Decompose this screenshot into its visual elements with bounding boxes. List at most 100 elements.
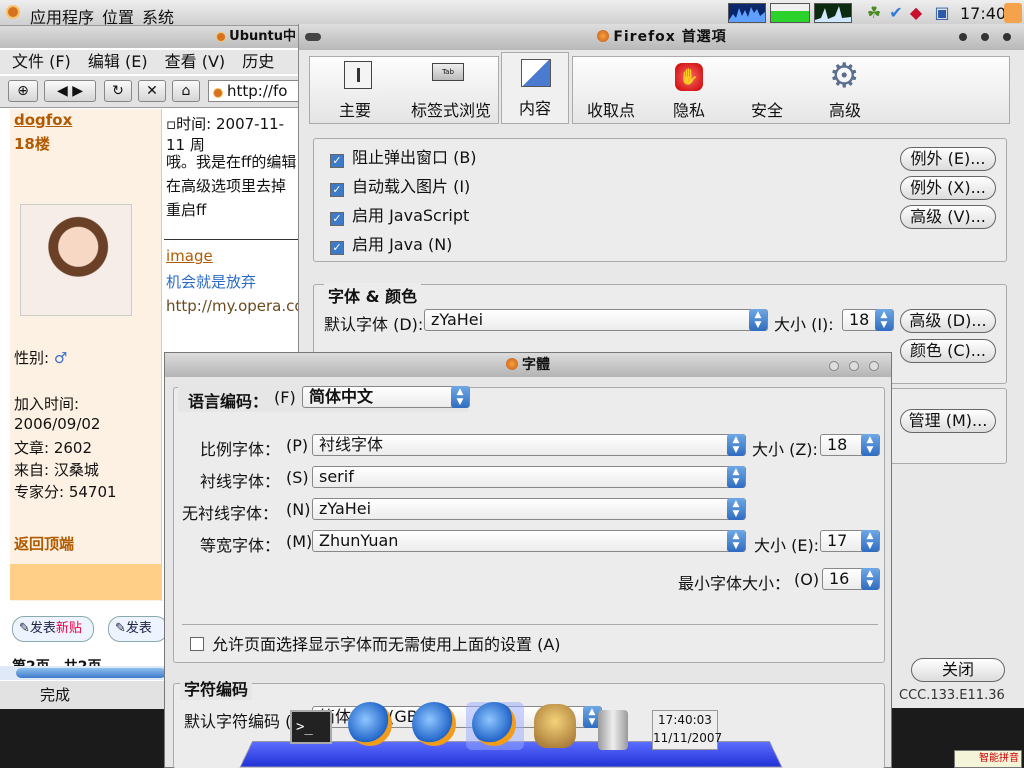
language-label: 语言编码： (188, 392, 269, 411)
minimize-button[interactable] (829, 361, 839, 371)
tab-tabbed-label: 标签式浏览 (410, 101, 491, 120)
terminal-icon[interactable]: >_ (290, 710, 332, 744)
proportional-label: 比例字体： (200, 440, 281, 459)
monospace-key: (M) (286, 532, 313, 551)
url-input[interactable]: http://fo (208, 80, 300, 102)
divider (182, 624, 878, 625)
font-size-select[interactable]: 18 ▲ ▼ (842, 309, 894, 331)
menu-file[interactable]: 文件 (F) (12, 52, 71, 71)
menu-applications[interactable]: 应用程序 (30, 4, 94, 28)
reload-button[interactable]: ↻ (104, 80, 132, 102)
main-icon (344, 61, 372, 89)
serif-label: 衬线字体： (200, 472, 281, 491)
block-popups-checkbox[interactable]: ✓ 阻止弹出窗口 (B) (330, 147, 477, 171)
firefox-dock-icon-2[interactable] (412, 702, 456, 746)
tab-advanced[interactable]: ⚙ 高级 (807, 57, 883, 125)
close-window-button[interactable] (869, 361, 879, 371)
post-icon: ▫ (166, 115, 177, 133)
fonts-dialog-titlebar[interactable]: 字體 (165, 353, 891, 377)
serif-select[interactable]: serif ▲ ▼ (312, 466, 746, 488)
charset-label: 默认字符编码 ( (184, 712, 292, 731)
monospace-size-select[interactable]: 17 ▲ ▼ (820, 530, 880, 552)
back-forward-button[interactable]: ◀ ▶ (44, 80, 96, 102)
tab-feeds-label: 收取点 (586, 101, 635, 120)
firefox-dock-icon[interactable] (348, 702, 392, 746)
tab-feeds[interactable]: 收取点 (573, 57, 649, 125)
proportional-select[interactable]: 衬线字体 ▲ ▼ (312, 434, 746, 456)
menu-edit[interactable]: 编辑 (E) (88, 52, 148, 71)
tab-tabbed-browsing[interactable]: Tab 标签式浏览 (402, 57, 500, 125)
signature-text: 机会就是放弃 (166, 273, 257, 291)
tab-privacy[interactable]: ✋ 隐私 (651, 57, 727, 125)
close-window-button[interactable] (1003, 33, 1011, 41)
gender-label: 性别: ♂ (14, 349, 68, 367)
clock[interactable]: 17:40 (960, 4, 1006, 23)
minimize-button[interactable] (959, 33, 967, 41)
proportional-size-select[interactable]: 18 ▲ ▼ (820, 434, 880, 456)
scrollbar-thumb[interactable] (16, 668, 166, 678)
browser-titlebar[interactable]: Ubuntu中 (0, 26, 300, 48)
net-monitor[interactable] (814, 3, 852, 23)
menu-system[interactable]: 系统 (142, 4, 174, 28)
maximize-button[interactable] (849, 361, 859, 371)
image-exceptions-button[interactable]: 例外 (X)... (900, 176, 996, 200)
tray-app-icon[interactable]: ☘ (864, 3, 884, 23)
javascript-advanced-button[interactable]: 高级 (V)... (900, 205, 996, 229)
enable-javascript-checkbox[interactable]: ✓ 启用 JavaScript (330, 205, 469, 229)
proportional-size-label: 大小 (Z): (752, 440, 818, 459)
menu-places[interactable]: 位置 (102, 4, 134, 28)
back-to-top-link[interactable]: 返回顶端 (14, 533, 74, 554)
gaim-icon[interactable] (534, 704, 576, 748)
language-select[interactable]: 简体中文 ▲ ▼ (302, 386, 470, 408)
preferences-titlebar[interactable]: Firefox 首選項 (299, 24, 1024, 50)
signature-image-link[interactable]: image (166, 247, 213, 265)
home-button[interactable]: ⌂ (172, 80, 200, 102)
menu-view[interactable]: 查看 (V) (165, 52, 226, 71)
net-graph-icon (815, 6, 851, 22)
ubuntu-logo-icon[interactable] (6, 5, 20, 19)
colors-button[interactable]: 颜色 (C)... (900, 339, 996, 363)
expert-score: 专家分: 54701 (14, 483, 117, 501)
ruby-icon[interactable]: ◆ (906, 3, 926, 23)
tab-content[interactable]: 内容 (501, 52, 569, 124)
load-images-checkbox[interactable]: ✓ 自动载入图片 (I) (330, 176, 470, 200)
min-font-size-select[interactable]: 16 ▲ ▼ (822, 568, 880, 590)
enable-java-checkbox[interactable]: ✓ 启用 Java (N) (330, 234, 452, 258)
preferences-title: Firefox 首選項 (613, 29, 727, 45)
default-font-select[interactable]: zYaHei ▲ ▼ (424, 309, 768, 331)
tab-security[interactable]: 安全 (729, 57, 805, 125)
dock-clock[interactable]: 17:40:03 11/11/2007 (652, 710, 722, 750)
new-post-button[interactable]: ✎发表新贴 (12, 616, 94, 642)
stop-button[interactable]: ✕ (138, 80, 166, 102)
memory-monitor[interactable] (770, 3, 810, 23)
post-line-1: 哦。我是在ff的编辑 (166, 153, 297, 171)
popup-exceptions-button[interactable]: 例外 (E)... (900, 147, 996, 171)
trash-icon[interactable] (598, 710, 628, 750)
username-link[interactable]: dogfox (14, 111, 72, 129)
allow-page-fonts-checkbox[interactable]: 允许页面选择显示字体而无需使用上面的设置 (A) (190, 634, 561, 658)
tab-main[interactable]: 主要 (310, 57, 400, 125)
maximize-button[interactable] (981, 33, 989, 41)
logout-icon[interactable] (1004, 3, 1022, 23)
cpu-graph-icon (729, 7, 765, 22)
floor-number: 18楼 (14, 135, 50, 153)
sans-serif-select[interactable]: zYaHei ▲ ▼ (312, 498, 746, 520)
fonts-advanced-button[interactable]: 高级 (D)... (900, 309, 996, 333)
languages-manage-button[interactable]: 管理 (M)... (900, 409, 996, 433)
input-method-indicator[interactable]: 智能拼音 (954, 750, 1022, 768)
join-date: 2006/09/02 (14, 415, 101, 433)
firefox-dock-icon-3[interactable] (472, 702, 516, 746)
cpu-monitor[interactable] (728, 3, 766, 23)
close-button[interactable]: 关闭 (911, 658, 1005, 682)
tray-check-icon[interactable]: ✔ (886, 3, 906, 23)
top-panel: 应用程序 位置 系统 ☘ ✔ ◆ ▣ 17:40 (0, 0, 1024, 28)
new-tab-button[interactable]: ⊕ (8, 80, 38, 102)
reply-button[interactable]: ✎发表 (108, 616, 168, 642)
post-count: 文章: 2602 (14, 439, 92, 457)
check-icon: ✓ (330, 183, 344, 197)
male-icon: ♂ (53, 349, 68, 367)
signature-url[interactable]: http://my.opera.co (166, 297, 304, 315)
monospace-select[interactable]: ZhunYuan ▲ ▼ (312, 530, 746, 552)
network-icon[interactable]: ▣ (932, 3, 952, 23)
window-menu-icon[interactable] (305, 33, 321, 41)
